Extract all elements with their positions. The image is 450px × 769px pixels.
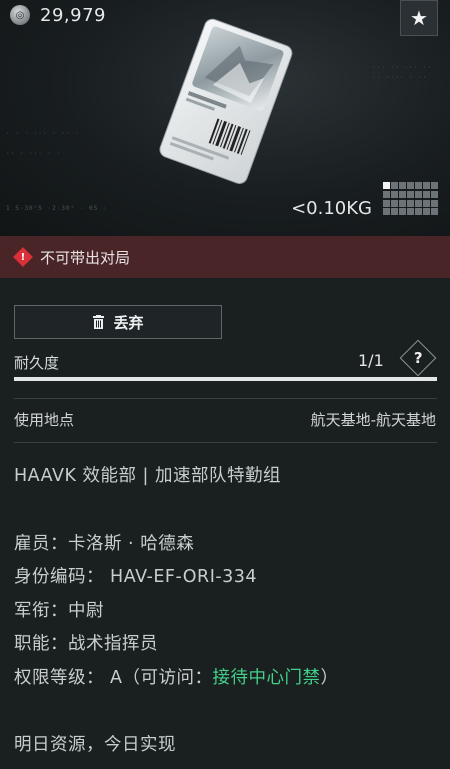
- question-icon: ?: [413, 348, 423, 367]
- durability-label: 耐久度: [14, 354, 60, 372]
- durability-bar: [14, 377, 437, 381]
- coin-icon: ◎: [10, 5, 30, 25]
- bg-decor-text: ··· ·· ··· ··: [372, 64, 432, 71]
- star-icon: ★: [410, 6, 428, 30]
- access-highlight: 接待中心门禁: [212, 668, 321, 688]
- access-suffix: ）: [320, 668, 339, 688]
- currency-display: ◎ 29,979: [10, 4, 106, 26]
- trash-icon: [93, 315, 105, 329]
- item-preview: · · · ··· · ·· · ·· · ··· · · 1 5·30°5 ·…: [0, 0, 450, 236]
- description-org: HAAVK 效能部 | 加速部队特勤组: [14, 466, 282, 486]
- description-employee: 雇员：卡洛斯 · 哈德森: [14, 534, 195, 554]
- favorite-button[interactable]: ★: [400, 0, 438, 36]
- warning-diamond-icon: !: [13, 247, 33, 267]
- description-id-code: 身份编码： HAV-EF-ORI-334: [14, 567, 258, 587]
- discard-label: 丢弃: [113, 313, 144, 332]
- description-rank: 军衔：中尉: [14, 601, 104, 621]
- durability-value: 1/1: [358, 351, 384, 370]
- access-prefix: 权限等级： A（可访问：: [14, 668, 213, 688]
- divider: [14, 442, 437, 443]
- durability-bar-fill: [14, 377, 437, 381]
- description-role: 职能：战术指挥员: [14, 634, 158, 654]
- description-access: 权限等级： A（可访问：接待中心门禁）: [14, 664, 339, 689]
- item-weight: <0.10KG: [291, 198, 372, 219]
- description-slogan: 明日资源，今日实现: [14, 735, 176, 755]
- usage-location-label: 使用地点: [14, 411, 75, 429]
- warning-text: 不可带出对局: [40, 248, 131, 267]
- currency-value: 29,979: [40, 4, 106, 26]
- divider: [14, 398, 437, 399]
- discard-button[interactable]: 丢弃: [14, 305, 222, 339]
- id-card-image: [150, 16, 300, 186]
- bg-decor-text: ·· · ··· · ·: [6, 150, 62, 157]
- inventory-size-grid-icon: [383, 182, 439, 216]
- usage-location-value: 航天基地-航天基地: [310, 411, 436, 429]
- bg-decor-text: 1 5·30°5 ·2·30° · 05 ·: [6, 205, 108, 212]
- help-button[interactable]: ?: [399, 339, 437, 377]
- extraction-warning-banner: ! 不可带出对局: [0, 236, 450, 278]
- bg-decor-text: ·· ···· · ··: [372, 74, 428, 81]
- bg-decor-text: · · · ··· · ·· ·: [6, 130, 80, 137]
